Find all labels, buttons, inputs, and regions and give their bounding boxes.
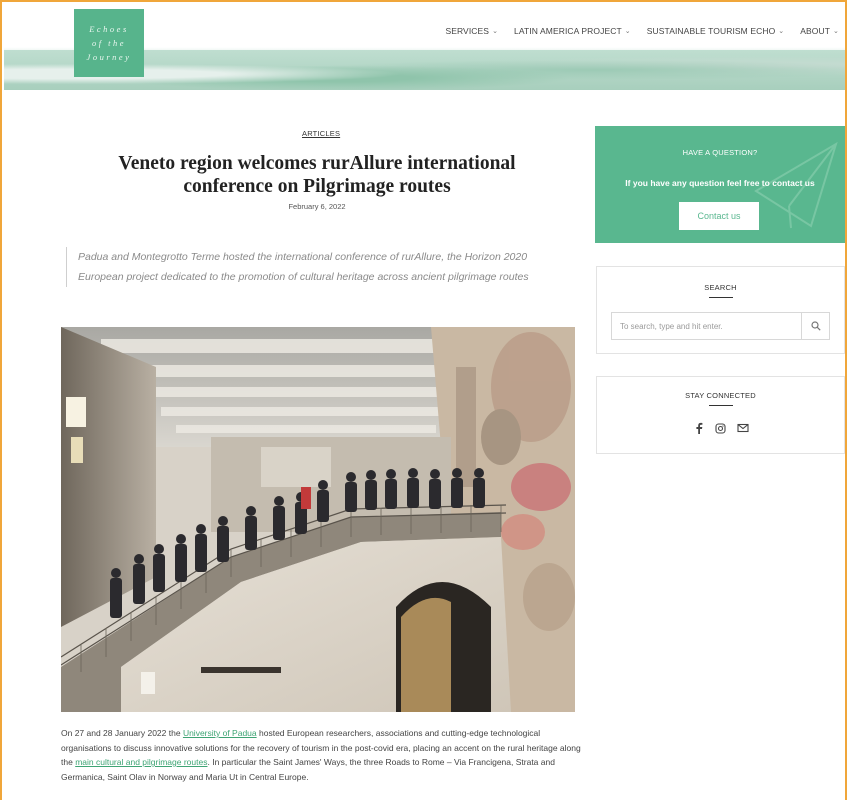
chevron-down-icon: ⌄ bbox=[833, 28, 839, 35]
cta-title: HAVE A QUESTION? bbox=[682, 148, 758, 157]
article-category-link[interactable]: ARTICLES bbox=[302, 129, 340, 138]
social-icons bbox=[597, 422, 844, 434]
nav-label: LATIN AMERICA PROJECT bbox=[514, 26, 622, 36]
nav-label: ABOUT bbox=[800, 26, 831, 36]
search-input[interactable] bbox=[612, 313, 801, 339]
nav-label: SERVICES bbox=[445, 26, 490, 36]
chevron-down-icon: ⌄ bbox=[492, 28, 499, 35]
logo-line-1: Echoes bbox=[89, 24, 129, 34]
page-frame: Echoes of the Journey SERVICES ⌄ LATIN AM… bbox=[0, 0, 847, 800]
instagram-icon[interactable] bbox=[715, 422, 727, 434]
nav-item-sustainable-tourism-echo[interactable]: SUSTAINABLE TOURISM ECHO ⌄ bbox=[647, 26, 784, 36]
contact-us-button[interactable]: Contact us bbox=[679, 202, 759, 230]
search-title-rule bbox=[709, 297, 733, 298]
article-body-paragraph: On 27 and 28 January 2022 the University… bbox=[61, 726, 581, 784]
facebook-icon[interactable] bbox=[693, 422, 705, 434]
pilgrimage-routes-link[interactable]: main cultural and pilgrimage routes bbox=[75, 757, 207, 767]
search-widget-title: SEARCH bbox=[704, 283, 737, 292]
article-title: Veneto region welcomes rurAllure interna… bbox=[118, 153, 516, 197]
stay-connected-rule bbox=[709, 405, 733, 406]
article-date: February 6, 2022 bbox=[288, 202, 346, 211]
site-logo[interactable]: Echoes of the Journey bbox=[74, 9, 144, 77]
search-widget: SEARCH bbox=[596, 266, 845, 354]
university-of-padua-link[interactable]: University of Padua bbox=[183, 728, 257, 738]
body-text-segment: On 27 and 28 January 2022 the bbox=[61, 728, 183, 738]
article-lead-quote: Padua and Montegrotto Terme hosted the i… bbox=[66, 247, 566, 287]
contact-cta-widget: HAVE A QUESTION? If you have any questio… bbox=[595, 126, 845, 243]
logo-line-3: Journey bbox=[86, 52, 132, 62]
logo-line-2: of the bbox=[91, 38, 127, 48]
article-featured-photo bbox=[61, 327, 575, 712]
chevron-down-icon: ⌄ bbox=[624, 28, 631, 35]
main-nav: SERVICES ⌄ LATIN AMERICA PROJECT ⌄ SUSTAIN… bbox=[445, 26, 839, 36]
stay-connected-widget: STAY CONNECTED bbox=[596, 376, 845, 454]
chevron-down-icon: ⌄ bbox=[778, 28, 785, 35]
search-box bbox=[611, 312, 830, 340]
email-icon[interactable] bbox=[736, 422, 749, 434]
cta-text: If you have any question feel free to co… bbox=[625, 178, 815, 188]
nav-label: SUSTAINABLE TOURISM ECHO bbox=[646, 26, 776, 36]
stay-connected-title: STAY CONNECTED bbox=[685, 391, 756, 400]
nav-item-about[interactable]: ABOUT ⌄ bbox=[800, 26, 839, 36]
search-icon[interactable] bbox=[801, 313, 829, 339]
nav-item-latin-america-project[interactable]: LATIN AMERICA PROJECT ⌄ bbox=[514, 26, 631, 36]
site-header: Echoes of the Journey SERVICES ⌄ LATIN AM… bbox=[4, 4, 845, 90]
nav-item-services[interactable]: SERVICES ⌄ bbox=[445, 26, 498, 36]
